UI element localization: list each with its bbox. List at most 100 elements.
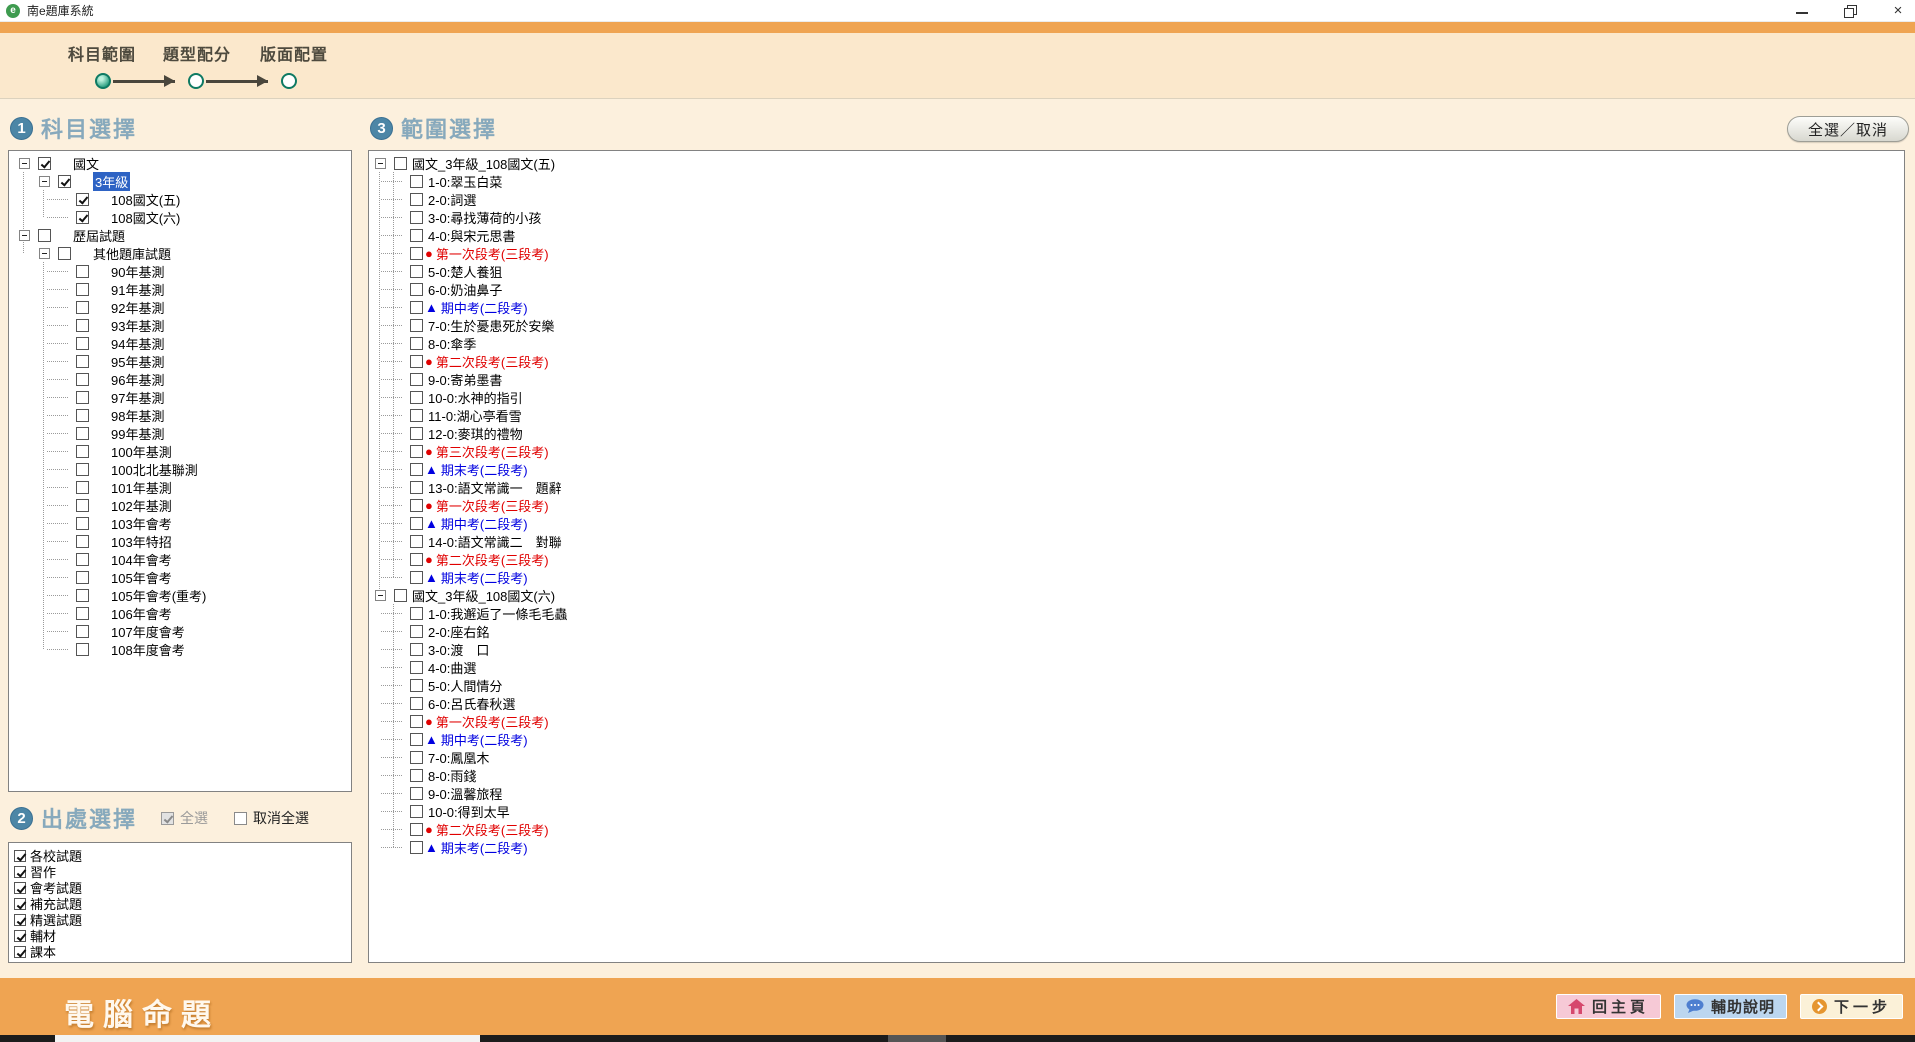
tree-node[interactable]: 103年特招 (9, 532, 351, 550)
taskbar-item[interactable] (888, 1035, 946, 1042)
source-checkbox[interactable] (14, 898, 26, 910)
tree-node[interactable]: 9-0:溫馨旅程 (369, 784, 1904, 802)
expander-minus-icon[interactable] (375, 590, 386, 601)
node-checkbox[interactable] (76, 193, 89, 206)
expander-minus-icon[interactable] (59, 195, 68, 204)
expander-minus-icon[interactable] (393, 177, 402, 186)
node-checkbox[interactable] (410, 499, 423, 512)
deselect-all-checkbox[interactable] (234, 812, 247, 825)
tree-node[interactable]: ● 第一次段考(三段考) (369, 244, 1904, 262)
node-checkbox[interactable] (410, 751, 423, 764)
tree-node[interactable]: 3-0:尋找薄荷的小孩 (369, 208, 1904, 226)
expander-minus-icon[interactable] (59, 645, 68, 654)
help-button[interactable]: 輔助說明 (1674, 994, 1787, 1019)
tree-node-label[interactable]: 5-0:楚人養狙 (428, 262, 502, 281)
node-checkbox[interactable] (410, 697, 423, 710)
tree-node[interactable]: 10-0:得到太早 (369, 802, 1904, 820)
tree-node[interactable]: 99年基測 (9, 424, 351, 442)
expander-minus-icon[interactable] (59, 591, 68, 600)
tree-node-label[interactable]: 94年基測 (111, 334, 164, 353)
node-checkbox[interactable] (76, 463, 89, 476)
tree-node[interactable]: 12-0:麥琪的禮物 (369, 424, 1904, 442)
expander-minus-icon[interactable] (59, 447, 68, 456)
node-checkbox[interactable] (76, 553, 89, 566)
tree-node-label[interactable]: 3年級 (93, 172, 130, 191)
node-checkbox[interactable] (38, 229, 51, 242)
tree-node[interactable]: ▲ 期中考(二段考) (369, 514, 1904, 532)
tree-node[interactable]: ▲ 期中考(二段考) (369, 298, 1904, 316)
tree-node-label[interactable]: 108國文(五) (111, 190, 180, 209)
source-checkbox[interactable] (14, 914, 26, 926)
tree-node[interactable]: 93年基測 (9, 316, 351, 334)
node-checkbox[interactable] (76, 409, 89, 422)
tree-node-label[interactable]: 第二次段考(三段考) (436, 550, 549, 569)
expander-minus-icon[interactable] (59, 555, 68, 564)
tree-node-label[interactable]: 96年基測 (111, 370, 164, 389)
node-checkbox[interactable] (38, 157, 51, 170)
tree-node-label[interactable]: 103年特招 (111, 532, 172, 551)
tree-node-label[interactable]: 國文_3年級_108國文(五) (412, 154, 555, 173)
expander-minus-icon[interactable] (393, 231, 402, 240)
expander-minus-icon[interactable] (393, 735, 402, 744)
node-checkbox[interactable] (76, 643, 89, 656)
tree-node-label[interactable]: 其他題庫試題 (93, 244, 171, 263)
tree-node-label[interactable]: 期中考(二段考) (441, 298, 528, 317)
select-all-checkbox[interactable] (161, 812, 174, 825)
tree-node-label[interactable]: 第一次段考(三段考) (436, 244, 549, 263)
tree-node-label[interactable]: 7-0:生於憂患死於安樂 (428, 316, 554, 335)
tree-node-label[interactable]: 95年基測 (111, 352, 164, 371)
tree-node-label[interactable]: 1-0:翠玉白菜 (428, 172, 502, 191)
tree-node-label[interactable]: 期中考(二段考) (441, 730, 528, 749)
tree-node[interactable]: 91年基測 (9, 280, 351, 298)
expander-minus-icon[interactable] (59, 303, 68, 312)
tree-node-label[interactable]: 103年會考 (111, 514, 172, 533)
expander-minus-icon[interactable] (19, 230, 30, 241)
tree-node-label[interactable]: 12-0:麥琪的禮物 (428, 424, 523, 443)
tree-node[interactable]: 10-0:水神的指引 (369, 388, 1904, 406)
node-checkbox[interactable] (76, 265, 89, 278)
tree-node-label[interactable]: 92年基測 (111, 298, 164, 317)
tree-node[interactable]: 8-0:傘季 (369, 334, 1904, 352)
tree-node[interactable]: ▲ 期末考(二段考) (369, 838, 1904, 856)
tree-node-label[interactable]: 93年基測 (111, 316, 164, 335)
expander-minus-icon[interactable] (59, 339, 68, 348)
source-checkbox[interactable] (14, 946, 26, 958)
node-checkbox[interactable] (410, 319, 423, 332)
tree-node-label[interactable]: 97年基測 (111, 388, 164, 407)
tree-node-label[interactable]: 100北北基聯測 (111, 460, 198, 479)
tree-node-label[interactable]: 90年基測 (111, 262, 164, 281)
tree-node-label[interactable]: 2-0:座右銘 (428, 622, 489, 641)
node-checkbox[interactable] (76, 391, 89, 404)
expander-minus-icon[interactable] (59, 411, 68, 420)
node-checkbox[interactable] (410, 679, 423, 692)
tree-node-label[interactable]: 1-0:我邂逅了一條毛毛蟲 (428, 604, 567, 623)
node-checkbox[interactable] (410, 841, 423, 854)
expander-minus-icon[interactable] (59, 267, 68, 276)
tree-node[interactable]: 8-0:雨錢 (369, 766, 1904, 784)
tree-node[interactable]: ● 第一次段考(三段考) (369, 496, 1904, 514)
expander-minus-icon[interactable] (59, 429, 68, 438)
node-checkbox[interactable] (58, 247, 71, 260)
expander-minus-icon[interactable] (393, 447, 402, 456)
expander-minus-icon[interactable] (393, 681, 402, 690)
tree-node[interactable]: ● 第一次段考(三段考) (369, 712, 1904, 730)
tree-node[interactable]: 108國文(五) (9, 190, 351, 208)
expander-minus-icon[interactable] (393, 663, 402, 672)
expander-minus-icon[interactable] (59, 321, 68, 330)
expander-minus-icon[interactable] (59, 285, 68, 294)
tree-node-label[interactable]: 13-0:語文常識一 題辭 (428, 478, 562, 497)
node-checkbox[interactable] (410, 535, 423, 548)
expander-minus-icon[interactable] (393, 627, 402, 636)
expander-minus-icon[interactable] (393, 375, 402, 384)
tree-node-label[interactable]: 國文_3年級_108國文(六) (412, 586, 555, 605)
source-item[interactable]: 補充試題 (9, 896, 351, 911)
tree-node[interactable]: 96年基測 (9, 370, 351, 388)
node-checkbox[interactable] (76, 445, 89, 458)
expander-minus-icon[interactable] (59, 213, 68, 222)
tree-node[interactable]: 其他題庫試題 (9, 244, 351, 262)
source-checkbox[interactable] (14, 866, 26, 878)
tree-node-label[interactable]: 4-0:曲選 (428, 658, 476, 677)
expander-minus-icon[interactable] (59, 393, 68, 402)
tree-node-label[interactable]: 期末考(二段考) (441, 568, 528, 587)
tree-node[interactable]: 1-0:翠玉白菜 (369, 172, 1904, 190)
